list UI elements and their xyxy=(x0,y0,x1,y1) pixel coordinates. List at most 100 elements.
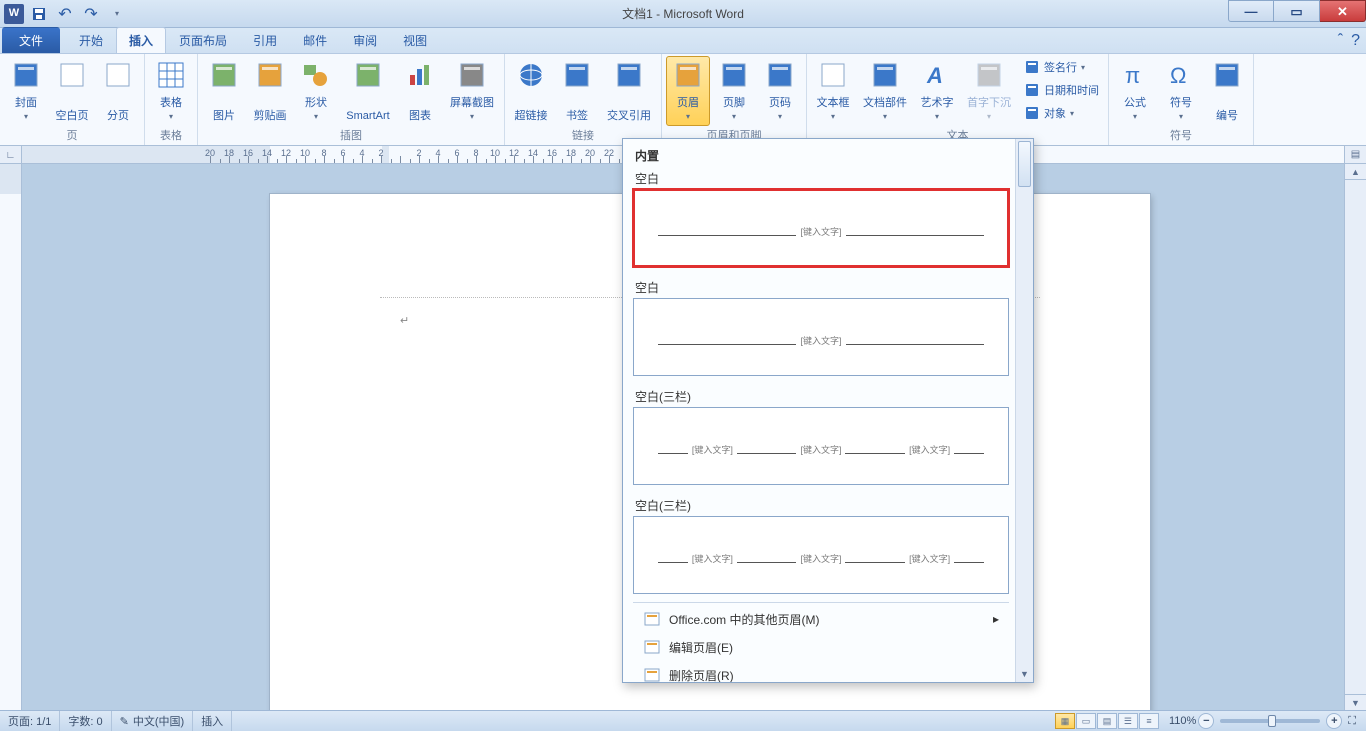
word-app-icon: W xyxy=(4,4,24,24)
header-gallery-dropdown: 内置 空白[键入文字]空白[键入文字]空白(三栏)[键入文字][键入文字][键入… xyxy=(622,138,1034,683)
smartart-button[interactable]: SmartArt xyxy=(340,56,396,126)
window-minimize-button[interactable]: — xyxy=(1228,0,1274,22)
status-mode[interactable]: 插入 xyxy=(193,711,232,731)
gallery-item-3[interactable]: [键入文字] [键入文字] [键入文字] xyxy=(633,516,1009,594)
qat-undo-button[interactable]: ↶ xyxy=(54,3,76,25)
picture-button[interactable]: 图片 xyxy=(202,56,246,126)
view-fullscreen-button[interactable]: ▭ xyxy=(1076,713,1096,729)
gallery-placeholder: [键入文字] xyxy=(688,552,737,565)
tab-审阅[interactable]: 审阅 xyxy=(340,27,390,53)
gallery-scrollbar-thumb[interactable] xyxy=(1018,141,1031,187)
svg-text:A: A xyxy=(926,63,943,88)
gallery-placeholder: [键入文字] xyxy=(796,443,845,456)
gallery-menu-office-more[interactable]: Office.com 中的其他页眉(M)▸ xyxy=(633,605,1009,633)
bookmark-button[interactable]: 书签 xyxy=(555,56,599,126)
quick-access-toolbar: ↶ ↷ ▾ xyxy=(28,3,128,25)
remove-header-icon xyxy=(643,666,661,682)
table-button[interactable]: 表格▾ xyxy=(149,56,193,126)
wordart-button[interactable]: A艺术字▾ xyxy=(915,56,959,126)
smartart-icon xyxy=(352,59,384,91)
gallery-menu-remove-header[interactable]: 删除页眉(R) xyxy=(633,661,1009,682)
status-word-count[interactable]: 字数: 0 xyxy=(60,711,111,731)
status-language[interactable]: ✎ 中文(中国) xyxy=(112,711,194,731)
chart-button[interactable]: 图表 xyxy=(398,56,442,126)
clipart-button[interactable]: 剪贴画 xyxy=(248,56,292,126)
dropcap-icon xyxy=(973,59,1005,91)
header-button[interactable]: 页眉▾ xyxy=(666,56,710,126)
tab-file[interactable]: 文件 xyxy=(2,27,60,53)
group-label: 插图 xyxy=(202,127,500,145)
tab-开始[interactable]: 开始 xyxy=(66,27,116,53)
window-title: 文档1 - Microsoft Word xyxy=(622,5,744,22)
symbol-button[interactable]: Ω符号▾ xyxy=(1159,56,1203,126)
date-time-button[interactable]: 日期和时间 xyxy=(1019,79,1104,101)
blank-page-button[interactable]: 空白页 xyxy=(50,56,94,126)
page-number-button[interactable]: 页码▾ xyxy=(758,56,802,126)
tab-视图[interactable]: 视图 xyxy=(390,27,440,53)
gallery-scrollbar[interactable]: ▲ ▼ xyxy=(1015,139,1033,682)
tab-插入[interactable]: 插入 xyxy=(116,27,166,53)
table-icon xyxy=(155,59,187,91)
ribbon-minimize-button[interactable]: ˆ xyxy=(1338,32,1343,50)
gallery-item-label: 空白(三栏) xyxy=(633,384,1009,407)
gallery-item-2[interactable]: [键入文字][键入文字][键入文字] xyxy=(633,407,1009,485)
gallery-item-0[interactable]: [键入文字] xyxy=(633,189,1009,267)
ribbon-tabs: 文件 开始插入页面布局引用邮件审阅视图 ˆ ? xyxy=(0,28,1366,54)
window-close-button[interactable]: ✕ xyxy=(1320,0,1366,22)
zoom-out-button[interactable]: − xyxy=(1198,713,1214,729)
equation-button[interactable]: π公式▾ xyxy=(1113,56,1157,126)
quickparts-icon xyxy=(869,59,901,91)
wordart-icon: A xyxy=(921,59,953,91)
tab-邮件[interactable]: 邮件 xyxy=(290,27,340,53)
zoom-in-button[interactable]: + xyxy=(1326,713,1342,729)
zoom-slider[interactable] xyxy=(1220,719,1320,723)
number-button[interactable]: 编号 xyxy=(1205,56,1249,126)
footer-button[interactable]: 页脚▾ xyxy=(712,56,756,126)
zoom-percent[interactable]: 110% xyxy=(1169,715,1196,727)
status-page[interactable]: 页面: 1/1 xyxy=(0,711,60,731)
page-break-icon xyxy=(102,59,134,91)
group-插图: 图片剪贴画形状▾SmartArt图表屏幕截图▾插图 xyxy=(198,54,505,145)
textbox-button[interactable]: 文本框▾ xyxy=(811,56,855,126)
ribbon: 封面▾空白页分页页表格▾表格图片剪贴画形状▾SmartArt图表屏幕截图▾插图超… xyxy=(0,54,1366,146)
group-页眉和页脚: 页眉▾页脚▾页码▾页眉和页脚 xyxy=(662,54,807,145)
gallery-menu-edit-header[interactable]: 编辑页眉(E) xyxy=(633,633,1009,661)
cross-ref-button[interactable]: 交叉引用 xyxy=(601,56,657,126)
help-button[interactable]: ? xyxy=(1351,32,1360,50)
tab-引用[interactable]: 引用 xyxy=(240,27,290,53)
gallery-placeholder: [键入文字] xyxy=(688,443,737,456)
insertion-cursor: ↵ xyxy=(400,314,409,327)
gallery-item-label: 空白 xyxy=(633,166,1009,189)
hyperlink-button[interactable]: 超链接 xyxy=(509,56,553,126)
gallery-placeholder: [键入文字] xyxy=(905,552,954,565)
gallery-item-1[interactable]: [键入文字] xyxy=(633,298,1009,376)
picture-icon xyxy=(208,59,240,91)
ruler-toggle-button[interactable]: ▤ xyxy=(1344,146,1366,163)
cover-page-button[interactable]: 封面▾ xyxy=(4,56,48,126)
signature-line-button[interactable]: 签名行 ▾ xyxy=(1019,56,1104,78)
object-button[interactable]: 对象 ▾ xyxy=(1019,102,1104,124)
screenshot-button[interactable]: 屏幕截图▾ xyxy=(444,56,500,126)
view-print-layout-button[interactable]: ▦ xyxy=(1055,713,1075,729)
qat-save-button[interactable] xyxy=(28,3,50,25)
vertical-ruler[interactable] xyxy=(0,164,22,710)
quickparts-button[interactable]: 文档部件▾ xyxy=(857,56,913,126)
gallery-placeholder: [键入文字] xyxy=(796,552,845,565)
tab-页面布局[interactable]: 页面布局 xyxy=(166,27,240,53)
qat-customize-button[interactable]: ▾ xyxy=(106,3,128,25)
view-web-button[interactable]: ▤ xyxy=(1097,713,1117,729)
vertical-scrollbar[interactable]: ▲ ▼ xyxy=(1344,164,1366,710)
zoom-fit-button[interactable]: ⛶ xyxy=(1344,715,1360,728)
footer-icon xyxy=(718,59,750,91)
object-icon xyxy=(1024,105,1040,121)
date-time-icon xyxy=(1024,82,1040,98)
page-break-button[interactable]: 分页 xyxy=(96,56,140,126)
view-draft-button[interactable]: ≡ xyxy=(1139,713,1159,729)
shapes-button[interactable]: 形状▾ xyxy=(294,56,338,126)
window-maximize-button[interactable]: ▭ xyxy=(1274,0,1320,22)
qat-redo-button[interactable]: ↷ xyxy=(80,3,102,25)
title-bar: W ↶ ↷ ▾ 文档1 - Microsoft Word — ▭ ✕ xyxy=(0,0,1366,28)
tab-selector[interactable]: ∟ xyxy=(0,146,22,164)
chart-icon xyxy=(404,59,436,91)
view-outline-button[interactable]: ☰ xyxy=(1118,713,1138,729)
